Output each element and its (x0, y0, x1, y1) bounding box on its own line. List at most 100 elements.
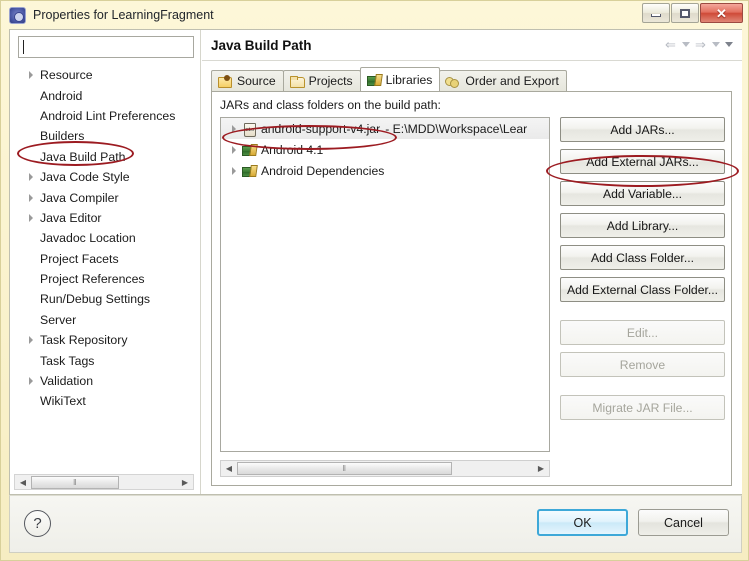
sidebar-item-label: Java Editor (40, 210, 102, 225)
filter-input[interactable] (24, 40, 184, 54)
sidebar-item-label: Android (40, 88, 83, 103)
build-path-horizontal-scrollbar[interactable]: ◀ ‖ ▶ (220, 460, 550, 477)
expand-arrow-icon[interactable] (24, 194, 37, 202)
sidebar-item-android-lint-preferences[interactable]: Android Lint Preferences (10, 106, 200, 126)
back-arrow-icon[interactable]: ⇐ (663, 37, 678, 52)
add-library-button[interactable]: Add Library... (560, 213, 725, 238)
scrollbar-track[interactable] (452, 462, 533, 476)
sidebar-item-builders[interactable]: Builders (10, 126, 200, 146)
tab-label: Source (237, 74, 276, 88)
sidebar-item-label: Server (40, 312, 77, 327)
sidebar-item-label: Run/Debug Settings (40, 292, 151, 307)
tab-projects[interactable]: Projects (282, 70, 361, 91)
maximize-icon (680, 8, 690, 18)
sidebar-item-task-repository[interactable]: Task Repository (10, 330, 200, 350)
folder-icon (289, 74, 305, 88)
sidebar-item-label: Project References (40, 272, 145, 287)
scrollbar-track[interactable] (119, 475, 177, 489)
tab-label: Libraries (385, 72, 433, 87)
source-folder-icon (217, 74, 233, 88)
navigation-toolbar: ⇐ ⇒ (663, 37, 734, 52)
expand-arrow-icon[interactable] (24, 71, 37, 79)
sidebar-item-resource[interactable]: Resource (10, 65, 200, 85)
scrollbar-thumb[interactable]: ‖ (237, 462, 452, 475)
filter-field-wrapper[interactable] (18, 36, 194, 58)
sidebar-item-label: Javadoc Location (40, 231, 136, 246)
sidebar-item-run-debug-settings[interactable]: Run/Debug Settings (10, 289, 200, 309)
add-external-class-folder-button[interactable]: Add External Class Folder... (560, 277, 725, 302)
remove-button: Remove (560, 352, 725, 377)
close-button[interactable]: ✕ (700, 3, 743, 23)
expand-arrow-icon[interactable] (24, 377, 37, 385)
libraries-tab-panel: JARs and class folders on the build path… (211, 91, 732, 486)
sidebar-item-project-facets[interactable]: Project Facets (10, 249, 200, 269)
settings-tree[interactable]: Resource Android Android Lint Preference… (10, 65, 200, 460)
add-variable-button[interactable]: Add Variable... (560, 181, 725, 206)
add-jars-button[interactable]: Add JARs... (560, 117, 725, 142)
tab-libraries[interactable]: Libraries (359, 67, 441, 91)
scrollbar-thumb[interactable]: ‖ (31, 475, 119, 489)
sidebar-item-project-references[interactable]: Project References (10, 269, 200, 289)
sidebar-item-label: Java Code Style (40, 170, 130, 185)
tab-source[interactable]: Source (211, 70, 284, 91)
minimize-button[interactable] (642, 3, 670, 23)
dialog-buttons: OK Cancel (537, 509, 729, 536)
add-external-jars-button[interactable]: Add External JARs... (560, 149, 725, 174)
sidebar-item-wikitext[interactable]: WikiText (10, 391, 200, 411)
sidebar-item-android[interactable]: Android (10, 85, 200, 105)
sidebar-item-server[interactable]: Server (10, 310, 200, 330)
jar-entry-name: android-support-v4.jar (261, 121, 381, 136)
cancel-button[interactable]: Cancel (638, 509, 729, 536)
title-bar[interactable]: Properties for LearningFragment (1, 1, 748, 29)
sidebar-item-label: Java Compiler (40, 190, 119, 205)
sidebar-item-label: Builders (40, 129, 85, 144)
sidebar-item-validation[interactable]: Validation (10, 371, 200, 391)
scroll-left-icon[interactable]: ◀ (15, 475, 31, 489)
close-icon: ✕ (716, 5, 727, 21)
eclipse-properties-icon (9, 6, 26, 24)
back-history-chevron-down-icon[interactable] (680, 37, 691, 52)
sidebar-item-javadoc-location[interactable]: Javadoc Location (10, 228, 200, 248)
window-title: Properties for LearningFragment (33, 8, 214, 22)
tab-label: Order and Export (465, 74, 559, 88)
dialog-footer: ? OK Cancel (9, 495, 742, 553)
forward-arrow-icon[interactable]: ⇒ (693, 37, 708, 52)
sidebar-item-label: Resource (40, 68, 93, 83)
sidebar-item-java-compiler[interactable]: Java Compiler (10, 187, 200, 207)
build-path-tree[interactable]: android-support-v4.jar - E:\MDD\Workspac… (220, 117, 550, 452)
expand-arrow-icon[interactable] (227, 146, 241, 154)
expand-arrow-icon[interactable] (227, 167, 241, 175)
ok-button[interactable]: OK (537, 509, 628, 536)
tab-order-and-export[interactable]: Order and Export (439, 70, 567, 91)
sidebar-horizontal-scrollbar[interactable]: ◀ ‖ ▶ (14, 474, 194, 490)
expand-arrow-icon[interactable] (227, 125, 241, 133)
scroll-left-icon[interactable]: ◀ (221, 462, 237, 476)
sidebar-item-label: Android Lint Preferences (40, 108, 176, 123)
table-row[interactable]: Android Dependencies (221, 160, 549, 181)
edit-button: Edit... (560, 320, 725, 345)
sidebar-item-task-tags[interactable]: Task Tags (10, 350, 200, 370)
maximize-button[interactable] (671, 3, 699, 23)
sidebar-item-label: Task Tags (40, 353, 95, 368)
build-path-actions: Add JARs... Add External JARs... Add Var… (560, 117, 725, 427)
help-button[interactable]: ? (24, 510, 51, 537)
library-icon (366, 73, 382, 87)
table-row[interactable]: android-support-v4.jar - E:\MDD\Workspac… (221, 118, 549, 139)
table-row[interactable]: Android 4.1 (221, 139, 549, 160)
add-class-folder-button[interactable]: Add Class Folder... (560, 245, 725, 270)
expand-arrow-icon[interactable] (24, 214, 37, 222)
sidebar-item-java-code-style[interactable]: Java Code Style (10, 167, 200, 187)
properties-dialog-window: Properties for LearningFragment ✕ Resour… (0, 0, 749, 561)
expand-arrow-icon[interactable] (24, 173, 37, 181)
sidebar-item-java-build-path[interactable]: Java Build Path (10, 147, 200, 167)
sidebar-item-java-editor[interactable]: Java Editor (10, 208, 200, 228)
forward-history-chevron-down-icon[interactable] (710, 37, 721, 52)
jar-entry-name: Android Dependencies (261, 163, 385, 178)
scroll-right-icon[interactable]: ▶ (533, 462, 549, 476)
scroll-right-icon[interactable]: ▶ (177, 475, 193, 489)
order-export-icon (445, 74, 461, 88)
view-menu-chevron-down-icon[interactable] (723, 37, 734, 52)
sidebar-item-label: Validation (40, 374, 94, 389)
settings-sidebar: Resource Android Android Lint Preference… (10, 30, 201, 494)
expand-arrow-icon[interactable] (24, 336, 37, 344)
